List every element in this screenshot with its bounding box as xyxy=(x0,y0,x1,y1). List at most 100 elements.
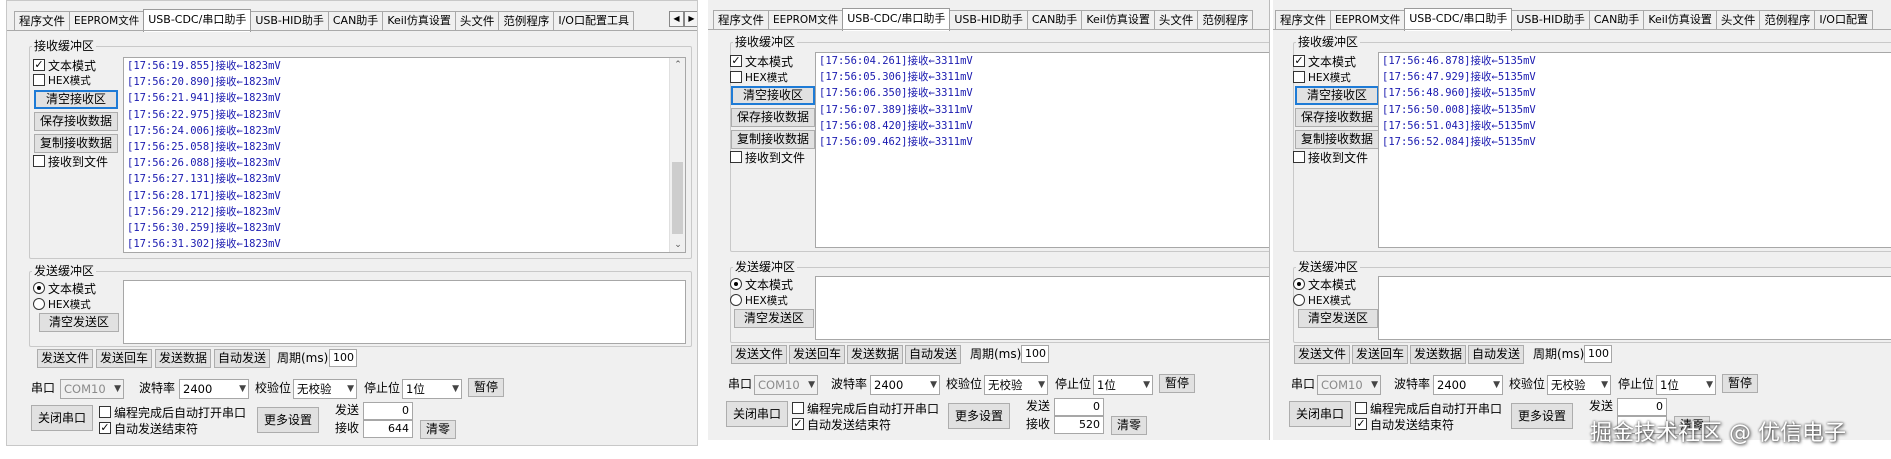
clear-receive-button[interactable]: 清空接收区 xyxy=(1295,86,1379,105)
tab-program-file[interactable]: 程序文件 xyxy=(1275,10,1331,30)
tab-eeprom-file[interactable]: EEPROM文件 xyxy=(768,10,844,30)
tab-eeprom-file[interactable]: EEPROM文件 xyxy=(69,11,145,31)
recv-to-file-checkbox[interactable]: 接收到文件 xyxy=(33,153,108,169)
auto-send-button[interactable]: 自动发送 xyxy=(905,345,961,364)
baud-select[interactable]: 2400 ▼ xyxy=(179,379,249,399)
tab-keil-sim[interactable]: Keil仿真设置 xyxy=(1081,10,1155,30)
tab-usb-cdc-serial[interactable]: USB-CDC/串口助手 xyxy=(1404,8,1513,31)
close-port-button[interactable]: 关闭串口 xyxy=(726,401,788,427)
tab-usb-cdc-serial[interactable]: USB-CDC/串口助手 xyxy=(842,8,951,31)
clear-send-button[interactable]: 清空发送区 xyxy=(734,309,814,328)
tab-io-config[interactable]: I/O口配置工具 xyxy=(553,11,634,31)
tab-scroll-left-icon[interactable]: ◀ xyxy=(669,11,684,27)
tab-header-file[interactable]: 头文件 xyxy=(1715,10,1761,30)
send-data-button[interactable]: 发送数据 xyxy=(1410,345,1466,364)
clear-count-button[interactable]: 清零 xyxy=(420,420,456,439)
period-input[interactable]: 100 xyxy=(1021,345,1049,363)
send-textarea[interactable] xyxy=(1378,276,1891,340)
send-file-button[interactable]: 发送文件 xyxy=(1294,345,1350,364)
auto-send-button[interactable]: 自动发送 xyxy=(1468,345,1524,364)
send-data-button[interactable]: 发送数据 xyxy=(847,345,903,364)
close-port-button[interactable]: 关闭串口 xyxy=(31,405,93,431)
send-enter-button[interactable]: 发送回车 xyxy=(789,345,845,364)
baud-select[interactable]: 2400 ▼ xyxy=(1433,375,1503,395)
parity-select[interactable]: 无校验 ▼ xyxy=(1547,375,1611,395)
pause-button[interactable]: 暂停 xyxy=(1159,374,1195,393)
send-text-mode-radio[interactable]: 文本模式 xyxy=(1293,276,1356,292)
send-hex-mode-radio[interactable]: HEX模式 xyxy=(33,296,91,312)
recv-text-mode-checkbox[interactable]: ✓ 文本模式 xyxy=(730,53,793,69)
stop-select[interactable]: 1位 ▼ xyxy=(402,379,462,399)
auto-open-checkbox[interactable]: 编程完成后自动打开串口 xyxy=(792,400,939,416)
recv-to-file-checkbox[interactable]: 接收到文件 xyxy=(1293,149,1368,165)
recv-hex-mode-checkbox[interactable]: HEX模式 xyxy=(1293,69,1351,85)
tab-keil-sim[interactable]: Keil仿真设置 xyxy=(382,11,456,31)
more-settings-button[interactable]: 更多设置 xyxy=(948,403,1010,429)
send-enter-button[interactable]: 发送回车 xyxy=(96,349,152,368)
tab-program-file[interactable]: 程序文件 xyxy=(14,11,70,31)
parity-select[interactable]: 无校验 ▼ xyxy=(984,375,1048,395)
tab-can[interactable]: CAN助手 xyxy=(1588,10,1645,30)
tab-usb-hid[interactable]: USB-HID助手 xyxy=(250,11,329,31)
recv-to-file-checkbox[interactable]: 接收到文件 xyxy=(730,149,805,165)
auto-end-checkbox[interactable]: ✓ 自动发送结束符 xyxy=(1355,416,1454,432)
copy-receive-button[interactable]: 复制接收数据 xyxy=(34,134,118,153)
clear-send-button[interactable]: 清空发送区 xyxy=(39,313,119,332)
recv-text-mode-checkbox[interactable]: ✓ 文本模式 xyxy=(1293,53,1356,69)
clear-receive-button[interactable]: 清空接收区 xyxy=(731,86,815,105)
tab-keil-sim[interactable]: Keil仿真设置 xyxy=(1643,10,1717,30)
send-text-mode-radio[interactable]: 文本模式 xyxy=(33,280,96,296)
tab-can[interactable]: CAN助手 xyxy=(327,11,384,31)
send-textarea[interactable] xyxy=(123,280,686,344)
pause-button[interactable]: 暂停 xyxy=(468,378,504,397)
tab-header-file[interactable]: 头文件 xyxy=(1153,10,1199,30)
copy-receive-button[interactable]: 复制接收数据 xyxy=(731,130,815,149)
scroll-up-icon[interactable]: ⌃ xyxy=(670,60,685,70)
save-receive-button[interactable]: 保存接收数据 xyxy=(34,112,118,131)
receive-scrollbar[interactable]: ⌃ ⌄ xyxy=(669,58,685,252)
parity-select[interactable]: 无校验 ▼ xyxy=(293,379,357,399)
scroll-thumb[interactable] xyxy=(672,162,683,234)
receive-textarea[interactable]: [17:56:04.261]接收←3311mV [17:56:05.306]接收←… xyxy=(815,52,1269,248)
port-select[interactable]: COM10 ▼ xyxy=(60,379,124,399)
clear-receive-button[interactable]: 清空接收区 xyxy=(34,90,118,109)
recv-hex-mode-checkbox[interactable]: HEX模式 xyxy=(33,72,91,88)
stop-select[interactable]: 1位 ▼ xyxy=(1656,375,1716,395)
auto-end-checkbox[interactable]: ✓ 自动发送结束符 xyxy=(99,420,198,436)
copy-receive-button[interactable]: 复制接收数据 xyxy=(1295,130,1379,149)
scroll-down-icon[interactable]: ⌄ xyxy=(670,240,685,250)
close-port-button[interactable]: 关闭串口 xyxy=(1289,401,1351,427)
tab-usb-cdc-serial[interactable]: USB-CDC/串口助手 xyxy=(143,9,252,32)
tab-io-config[interactable]: I/O口配置 xyxy=(1814,10,1873,30)
tab-can[interactable]: CAN助手 xyxy=(1026,10,1083,30)
tab-examples[interactable]: 范例程序 xyxy=(1197,10,1254,30)
send-text-mode-radio[interactable]: 文本模式 xyxy=(730,276,793,292)
send-file-button[interactable]: 发送文件 xyxy=(37,349,93,368)
tab-program-file[interactable]: 程序文件 xyxy=(713,10,769,30)
send-file-button[interactable]: 发送文件 xyxy=(731,345,787,364)
auto-send-button[interactable]: 自动发送 xyxy=(214,349,270,368)
recv-text-mode-checkbox[interactable]: ✓ 文本模式 xyxy=(33,57,96,73)
send-hex-mode-radio[interactable]: HEX模式 xyxy=(730,292,788,308)
receive-textarea[interactable]: [17:56:19.855]接收←1823mV [17:56:20.890]接收←… xyxy=(123,57,686,253)
period-input[interactable]: 100 xyxy=(329,349,357,367)
tab-eeprom-file[interactable]: EEPROM文件 xyxy=(1330,10,1406,30)
save-receive-button[interactable]: 保存接收数据 xyxy=(731,108,815,127)
tab-usb-hid[interactable]: USB-HID助手 xyxy=(1511,10,1590,30)
port-select[interactable]: COM10 ▼ xyxy=(1317,375,1381,395)
auto-open-checkbox[interactable]: 编程完成后自动打开串口 xyxy=(99,404,246,420)
tab-header-file[interactable]: 头文件 xyxy=(454,11,500,31)
tab-examples[interactable]: 范例程序 xyxy=(498,11,555,31)
recv-hex-mode-checkbox[interactable]: HEX模式 xyxy=(730,69,788,85)
more-settings-button[interactable]: 更多设置 xyxy=(1511,403,1573,429)
period-input[interactable]: 100 xyxy=(1584,345,1612,363)
send-textarea[interactable] xyxy=(815,276,1269,340)
clear-count-button[interactable]: 清零 xyxy=(1111,416,1147,435)
receive-textarea[interactable]: [17:56:46.878]接收←5135mV [17:56:47.929]接收←… xyxy=(1378,52,1891,248)
save-receive-button[interactable]: 保存接收数据 xyxy=(1295,108,1379,127)
clear-send-button[interactable]: 清空发送区 xyxy=(1298,309,1378,328)
pause-button[interactable]: 暂停 xyxy=(1722,374,1758,393)
baud-select[interactable]: 2400 ▼ xyxy=(870,375,940,395)
tab-usb-hid[interactable]: USB-HID助手 xyxy=(949,10,1028,30)
stop-select[interactable]: 1位 ▼ xyxy=(1093,375,1153,395)
